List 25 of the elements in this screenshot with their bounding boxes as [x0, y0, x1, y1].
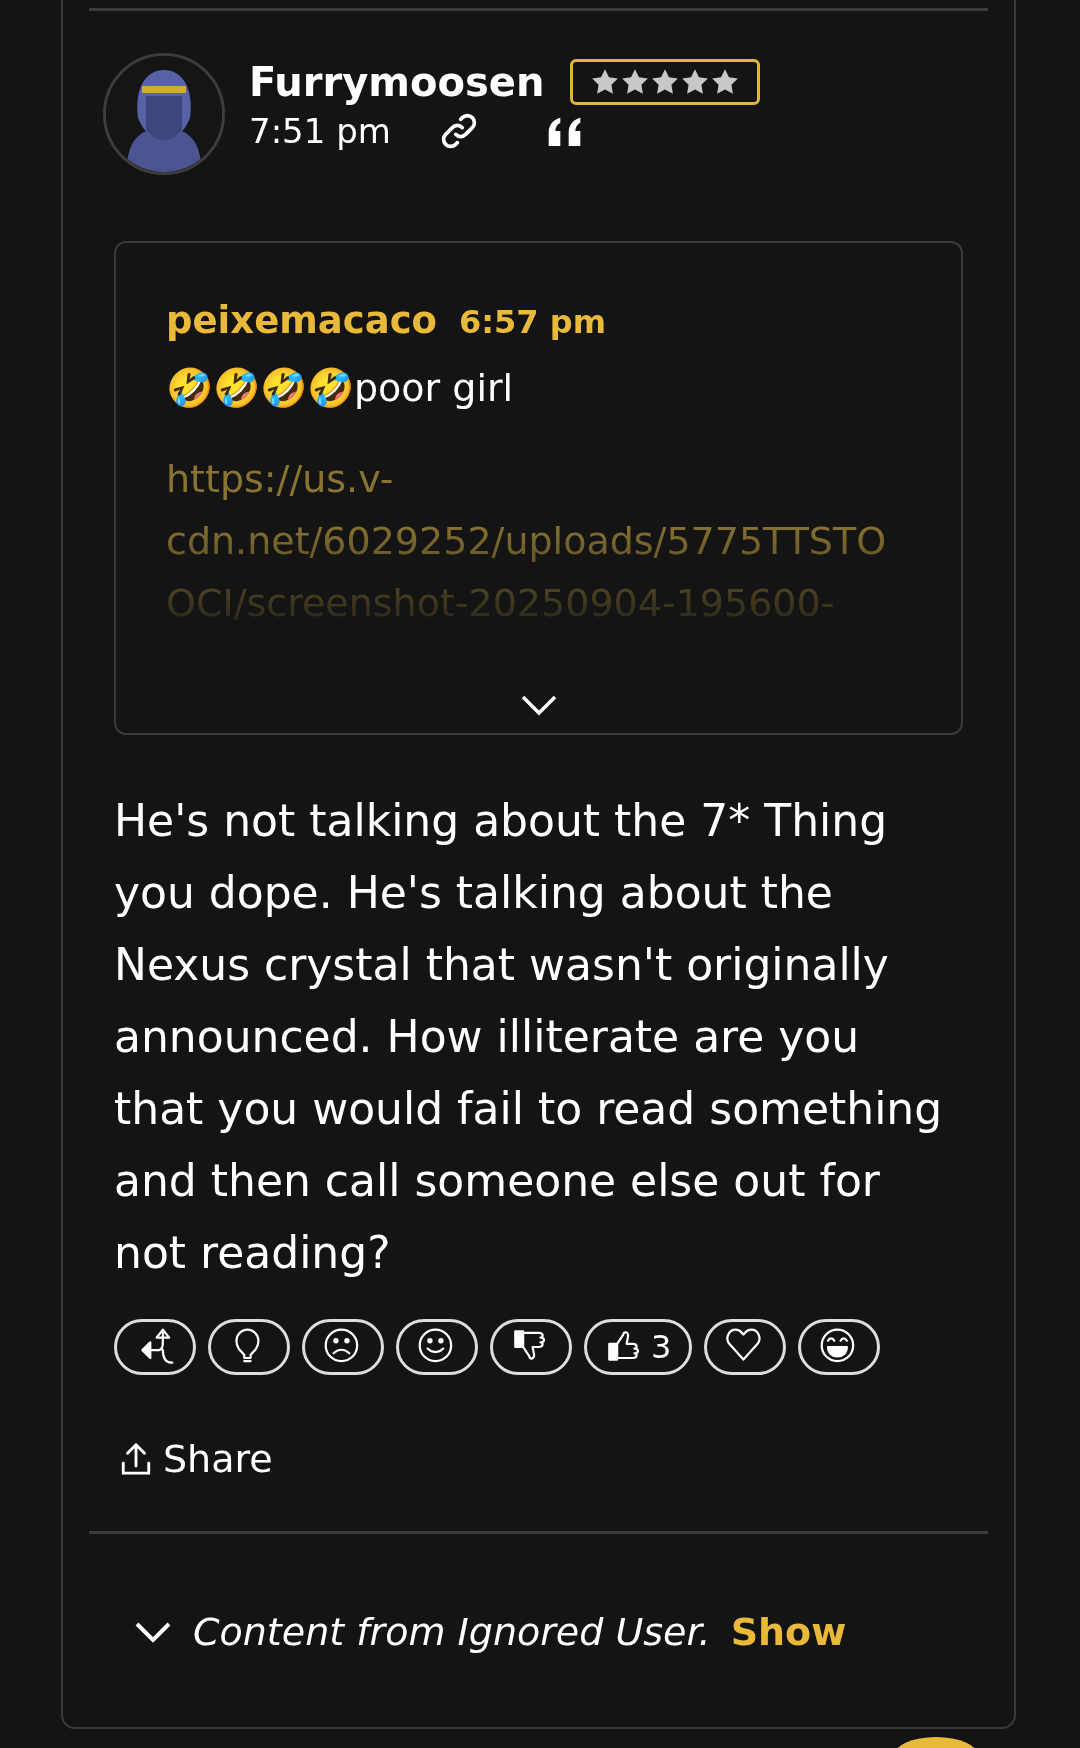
reaction-button[interactable]: [704, 1319, 787, 1375]
reaction-button[interactable]: [302, 1319, 384, 1375]
reaction-button[interactable]: 3: [584, 1319, 693, 1375]
show-link[interactable]: Show: [730, 1610, 847, 1654]
reaction-button[interactable]: [798, 1319, 881, 1375]
star-icon: [681, 68, 710, 96]
reaction-button[interactable]: [208, 1319, 290, 1375]
quote-text: 🤣🤣🤣🤣poor girl: [166, 366, 515, 410]
share-button[interactable]: Share: [119, 1437, 273, 1481]
star-icon: [621, 68, 650, 96]
post-body: He's not talking about the 7* Thing you dope. He's talking about the Nexus crystal that wasn't originally announced. How illiterate are you that you would fail to read something and then call someone else out for not reading?: [114, 794, 944, 1280]
reaction-button[interactable]: [396, 1319, 478, 1375]
ignored-notice: Content from Ignored User.: [193, 1610, 711, 1654]
star-icon: [591, 68, 620, 96]
reaction-button[interactable]: [114, 1319, 196, 1375]
star-icon: [711, 68, 740, 96]
quote-author[interactable]: peixemacaco: [166, 299, 437, 342]
share-icon: [119, 1440, 153, 1478]
chevron-down-icon[interactable]: [133, 1620, 173, 1644]
username[interactable]: Furrymoosen: [249, 59, 545, 105]
reaction-button[interactable]: [490, 1319, 572, 1375]
quote-time[interactable]: 6:57 pm: [459, 303, 606, 341]
avatar[interactable]: [103, 53, 225, 175]
star-icon: [651, 68, 680, 96]
post-time[interactable]: 7:51 pm: [249, 111, 391, 151]
